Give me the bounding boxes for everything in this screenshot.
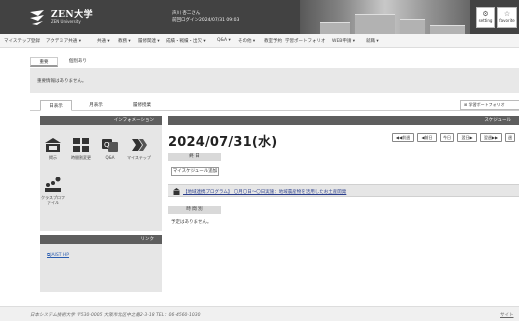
link-panel: ⧉JAIST HP bbox=[40, 244, 162, 292]
tab-individual[interactable]: 個別あり bbox=[64, 57, 92, 67]
my-step-button[interactable]: マイステップ bbox=[126, 137, 152, 160]
next-week-button[interactable]: 翌週▶▶ bbox=[480, 133, 502, 142]
my-step-icon bbox=[132, 139, 147, 151]
last-login: 前回ログイン2024/07/31 09:03 bbox=[172, 18, 240, 23]
logo-mark-icon bbox=[30, 10, 44, 25]
menu-item[interactable]: アクデミア共通 ▾ bbox=[46, 38, 81, 44]
my-step-label: マイステップ bbox=[127, 155, 151, 160]
menu-item[interactable]: その他 ▾ bbox=[238, 38, 255, 44]
class-change-button[interactable]: 時間割変更 bbox=[68, 137, 94, 160]
notice-message: 重要情報はありません。 bbox=[37, 79, 87, 84]
svg-text:Q: Q bbox=[104, 141, 110, 149]
class-change-label: 時間割変更 bbox=[71, 155, 91, 160]
user-info: 声川 杏二さん 前回ログイン2024/07/31 09:03 bbox=[172, 10, 239, 24]
class-profile-label: クラスプロファイル bbox=[41, 195, 65, 205]
menu-item[interactable]: 教務 ▾ bbox=[118, 38, 131, 44]
gear-icon: ⚙ bbox=[482, 10, 489, 18]
bulletin-button[interactable]: 掲示 bbox=[40, 137, 66, 160]
link-jaist-hp[interactable]: ⧉JAIST HP bbox=[47, 252, 69, 258]
footer-address: 日本システム技術大学 〒530-0005 大阪市北区中之島2-3-18 TEL：… bbox=[30, 313, 201, 318]
tab-important[interactable]: 重要 bbox=[30, 57, 58, 67]
favorite-button[interactable]: ☆ favorite bbox=[497, 7, 517, 28]
menu-item[interactable]: 学習ポートフォリオ bbox=[285, 38, 326, 44]
menu-item[interactable]: WEB申請 ▾ bbox=[332, 38, 355, 44]
menu-item[interactable]: Q&A ▾ bbox=[217, 38, 231, 43]
link-header: リンク bbox=[40, 235, 162, 244]
menu-item[interactable]: 就職 ▾ bbox=[366, 38, 379, 44]
qa-label: Q&A bbox=[105, 155, 115, 160]
setting-button[interactable]: ⚙ setting bbox=[476, 7, 495, 28]
tab-month-view[interactable]: 月表示 bbox=[80, 100, 112, 111]
prev-day-button[interactable]: ◀前日 bbox=[417, 133, 437, 142]
event-row: 【地域連携プログラム】 〇月〇日～〇日実施：地域農産物を活用したお土産開発 bbox=[168, 184, 519, 197]
view-tabs: 日表示 月表示 履修授業 bbox=[30, 100, 519, 111]
page-footer: 日本システム技術大学 〒530-0005 大阪市北区中之島2-3-18 TEL：… bbox=[0, 306, 519, 321]
schedule-date: 2024/07/31(水) bbox=[168, 135, 278, 150]
setting-label: setting bbox=[478, 18, 493, 23]
menu-item[interactable]: 履修関連 ▾ bbox=[138, 38, 160, 44]
bulletin-icon bbox=[45, 138, 61, 152]
logo-subtitle: ZEN University bbox=[51, 19, 81, 24]
university-logo[interactable]: ZEN大学 ZEN University bbox=[28, 7, 168, 29]
timeslot-label: 時 間 別 bbox=[168, 206, 221, 214]
campus-photo bbox=[300, 0, 470, 34]
footer-site-link[interactable]: サイト bbox=[500, 312, 514, 318]
menu-item[interactable]: 成績・戦績・出欠 ▾ bbox=[166, 38, 206, 44]
next-day-button[interactable]: 翌日▶ bbox=[457, 133, 477, 142]
qa-button[interactable]: Q Q&A bbox=[97, 137, 123, 160]
menu-item[interactable]: 共通 ▾ bbox=[97, 38, 110, 44]
event-link[interactable]: 【地域連携プログラム】 〇月〇日～〇日実施：地域農産物を活用したお土産開発 bbox=[183, 189, 346, 195]
link-label: JAIST HP bbox=[50, 253, 70, 258]
today-button[interactable]: 今日 bbox=[440, 133, 454, 142]
main-menu: マイステップ登録 アクデミア共通 ▾ 共通 ▾ 教務 ▾ 履修関連 ▾ 成績・戦… bbox=[0, 34, 519, 48]
star-icon: ☆ bbox=[503, 10, 511, 18]
tab-registered-classes[interactable]: 履修授業 bbox=[120, 100, 164, 111]
class-profile-icon bbox=[45, 177, 61, 192]
information-header: インフォメーション bbox=[40, 116, 162, 125]
information-panel: 掲示 時間割変更 Q Q&A マイステップ クラスプロファイル bbox=[40, 125, 162, 231]
bulletin-label: 掲示 bbox=[49, 155, 57, 160]
schedule-header: スケジュール bbox=[168, 116, 519, 125]
no-schedule-message: 予定はありません。 bbox=[171, 220, 212, 225]
notice-panel: 重要情報はありません。 bbox=[30, 68, 519, 93]
all-day-label: 終 日 bbox=[168, 153, 221, 161]
class-profile-button[interactable]: クラスプロファイル bbox=[40, 177, 66, 205]
qa-icon: Q bbox=[102, 139, 118, 152]
menu-item[interactable]: マイステップ登録 bbox=[4, 38, 40, 44]
week-button[interactable]: 週 bbox=[505, 133, 515, 142]
tab-day-view[interactable]: 日表示 bbox=[40, 100, 72, 111]
user-name: 声川 杏二さん bbox=[172, 11, 201, 16]
portfolio-button[interactable]: ⊞ 学習ポートフォリオ bbox=[460, 100, 519, 110]
portfolio-label: 学習ポートフォリオ bbox=[468, 102, 505, 107]
favorite-label: favorite bbox=[499, 18, 515, 23]
menu-item[interactable]: 教室予約 bbox=[264, 38, 282, 44]
class-change-icon bbox=[73, 138, 89, 152]
add-schedule-button[interactable]: マイスケジュール追加 bbox=[171, 167, 219, 176]
app-header: ZEN大学 ZEN University 声川 杏二さん 前回ログイン2024/… bbox=[0, 0, 519, 34]
event-bulletin-icon bbox=[173, 188, 180, 195]
prev-week-button[interactable]: ◀◀前週 bbox=[392, 133, 414, 142]
